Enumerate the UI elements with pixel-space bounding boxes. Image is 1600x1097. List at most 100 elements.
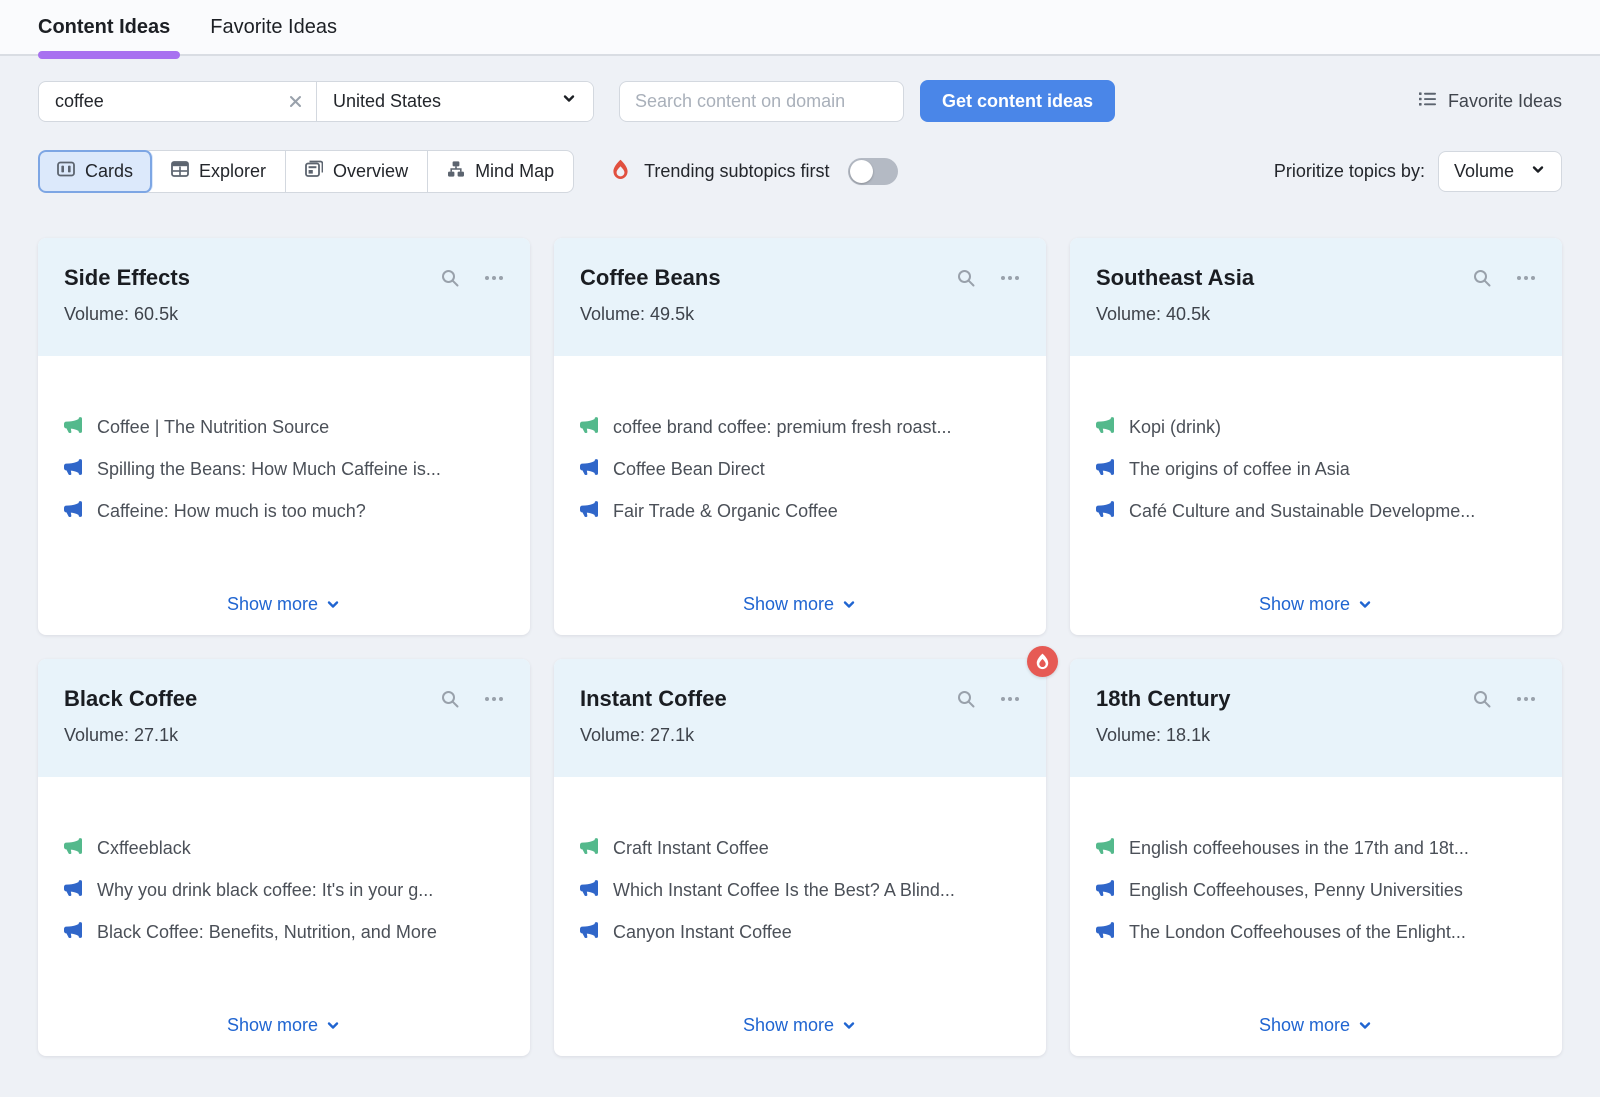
card-volume: Volume: 27.1k — [580, 725, 1020, 746]
card-title: 18th Century — [1096, 686, 1472, 712]
card-body: Cxffeeblack Why you drink black coffee: … — [38, 777, 530, 1056]
card-title: Black Coffee — [64, 686, 440, 712]
headline-item[interactable]: Café Culture and Sustainable Developme..… — [1096, 500, 1536, 523]
card-header: Southeast Asia Volume: 40.5k — [1070, 238, 1562, 356]
headline-item[interactable]: Coffee Bean Direct — [580, 458, 1020, 481]
headline-item[interactable]: Fair Trade & Organic Coffee — [580, 500, 1020, 523]
megaphone-blue-icon — [580, 921, 598, 944]
headline-text: Fair Trade & Organic Coffee — [613, 501, 838, 522]
headline-item[interactable]: Coffee | The Nutrition Source — [64, 416, 504, 439]
headline-item[interactable]: Why you drink black coffee: It's in your… — [64, 879, 504, 902]
megaphone-blue-icon — [1096, 921, 1114, 944]
megaphone-green-icon — [64, 837, 82, 860]
headline-item[interactable]: Caffeine: How much is too much? — [64, 500, 504, 523]
card-search-icon[interactable] — [1472, 689, 1492, 709]
card-header: 18th Century Volume: 18.1k — [1070, 659, 1562, 777]
card-search-icon[interactable] — [1472, 268, 1492, 288]
megaphone-blue-icon — [64, 921, 82, 944]
trending-subtopics-control: Trending subtopics first — [610, 158, 897, 185]
chevron-down-icon — [1530, 161, 1546, 183]
favorite-ideas-link-label: Favorite Ideas — [1448, 91, 1562, 112]
headline-text: Canyon Instant Coffee — [613, 922, 792, 943]
headline-item[interactable]: Kopi (drink) — [1096, 416, 1536, 439]
headline-item[interactable]: English coffeehouses in the 17th and 18t… — [1096, 837, 1536, 860]
country-select[interactable]: United States — [317, 82, 593, 121]
topic-card-side-effects: Side Effects Volume: 60.5k Coff — [38, 238, 530, 635]
view-explorer-button[interactable]: Explorer — [152, 151, 286, 192]
view-cards-button[interactable]: Cards — [38, 150, 153, 193]
card-header: Black Coffee Volume: 27.1k — [38, 659, 530, 777]
card-search-icon[interactable] — [956, 268, 976, 288]
headline-text: Black Coffee: Benefits, Nutrition, and M… — [97, 922, 437, 943]
view-mindmap-button[interactable]: Mind Map — [428, 151, 573, 192]
domain-search-input[interactable] — [619, 81, 904, 122]
card-body: coffee brand coffee: premium fresh roast… — [554, 356, 1046, 635]
show-more-link[interactable]: Show more — [227, 1015, 341, 1036]
headline-item[interactable]: Black Coffee: Benefits, Nutrition, and M… — [64, 921, 504, 944]
card-more-icon[interactable] — [1000, 268, 1020, 288]
clear-keyword-icon[interactable] — [287, 93, 304, 110]
headline-item[interactable]: Cxffeeblack — [64, 837, 504, 860]
trending-subtopics-label: Trending subtopics first — [644, 161, 829, 182]
show-more-label: Show more — [743, 1015, 834, 1036]
headline-item[interactable]: The origins of coffee in Asia — [1096, 458, 1536, 481]
show-more-link[interactable]: Show more — [1259, 594, 1373, 615]
card-volume: Volume: 49.5k — [580, 304, 1020, 325]
headline-item[interactable]: The London Coffeehouses of the Enlight..… — [1096, 921, 1536, 944]
prioritize-select[interactable]: Volume — [1438, 151, 1562, 192]
card-header: Coffee Beans Volume: 49.5k — [554, 238, 1046, 356]
view-cards-label: Cards — [85, 161, 133, 182]
headline-text: Coffee Bean Direct — [613, 459, 765, 480]
headline-item[interactable]: Canyon Instant Coffee — [580, 921, 1020, 944]
card-volume: Volume: 40.5k — [1096, 304, 1536, 325]
mindmap-view-icon — [447, 160, 465, 183]
card-more-icon[interactable] — [1516, 268, 1536, 288]
card-more-icon[interactable] — [1000, 689, 1020, 709]
table-view-icon — [171, 160, 189, 183]
prioritize-control: Prioritize topics by: Volume — [1274, 151, 1562, 192]
headline-text: Cxffeeblack — [97, 838, 191, 859]
get-content-ideas-button[interactable]: Get content ideas — [920, 80, 1115, 122]
main-tabs: Content Ideas Favorite Ideas — [38, 0, 337, 54]
tab-favorite-ideas[interactable]: Favorite Ideas — [210, 0, 337, 54]
cards-view-icon — [57, 160, 75, 183]
headline-text: English Coffeehouses, Penny Universities — [1129, 880, 1463, 901]
headline-item[interactable]: Spilling the Beans: How Much Caffeine is… — [64, 458, 504, 481]
card-title: Coffee Beans — [580, 265, 956, 291]
show-more-link[interactable]: Show more — [1259, 1015, 1373, 1036]
headline-text: Spilling the Beans: How Much Caffeine is… — [97, 459, 441, 480]
main-content: United States Get content ideas Favorite… — [0, 80, 1600, 1056]
overview-view-icon — [305, 160, 323, 183]
tab-content-ideas[interactable]: Content Ideas — [38, 0, 170, 54]
list-icon — [1418, 90, 1437, 113]
trending-toggle[interactable] — [848, 158, 898, 185]
keyword-input[interactable] — [55, 91, 287, 112]
active-tab-underline — [38, 51, 180, 59]
headline-item[interactable]: Which Instant Coffee Is the Best? A Blin… — [580, 879, 1020, 902]
topic-card-coffee-beans: Coffee Beans Volume: 49.5k coff — [554, 238, 1046, 635]
megaphone-blue-icon — [1096, 879, 1114, 902]
card-search-icon[interactable] — [956, 689, 976, 709]
card-more-icon[interactable] — [1516, 689, 1536, 709]
card-title: Instant Coffee — [580, 686, 956, 712]
card-volume: Volume: 18.1k — [1096, 725, 1536, 746]
view-overview-button[interactable]: Overview — [286, 151, 428, 192]
headline-text: Coffee | The Nutrition Source — [97, 417, 329, 438]
card-more-icon[interactable] — [484, 689, 504, 709]
megaphone-blue-icon — [1096, 458, 1114, 481]
card-search-icon[interactable] — [440, 268, 460, 288]
card-more-icon[interactable] — [484, 268, 504, 288]
megaphone-green-icon — [1096, 837, 1114, 860]
topic-card-instant-coffee: Instant Coffee Volume: 27.1k Cr — [554, 659, 1046, 1056]
megaphone-blue-icon — [580, 879, 598, 902]
headline-item[interactable]: Craft Instant Coffee — [580, 837, 1020, 860]
topic-card-18th-century: 18th Century Volume: 18.1k Engl — [1070, 659, 1562, 1056]
favorite-ideas-link[interactable]: Favorite Ideas — [1418, 90, 1562, 113]
show-more-link[interactable]: Show more — [743, 1015, 857, 1036]
headline-item[interactable]: coffee brand coffee: premium fresh roast… — [580, 416, 1020, 439]
headline-item[interactable]: English Coffeehouses, Penny Universities — [1096, 879, 1536, 902]
card-search-icon[interactable] — [440, 689, 460, 709]
card-body: English coffeehouses in the 17th and 18t… — [1070, 777, 1562, 1056]
show-more-link[interactable]: Show more — [227, 594, 341, 615]
show-more-link[interactable]: Show more — [743, 594, 857, 615]
